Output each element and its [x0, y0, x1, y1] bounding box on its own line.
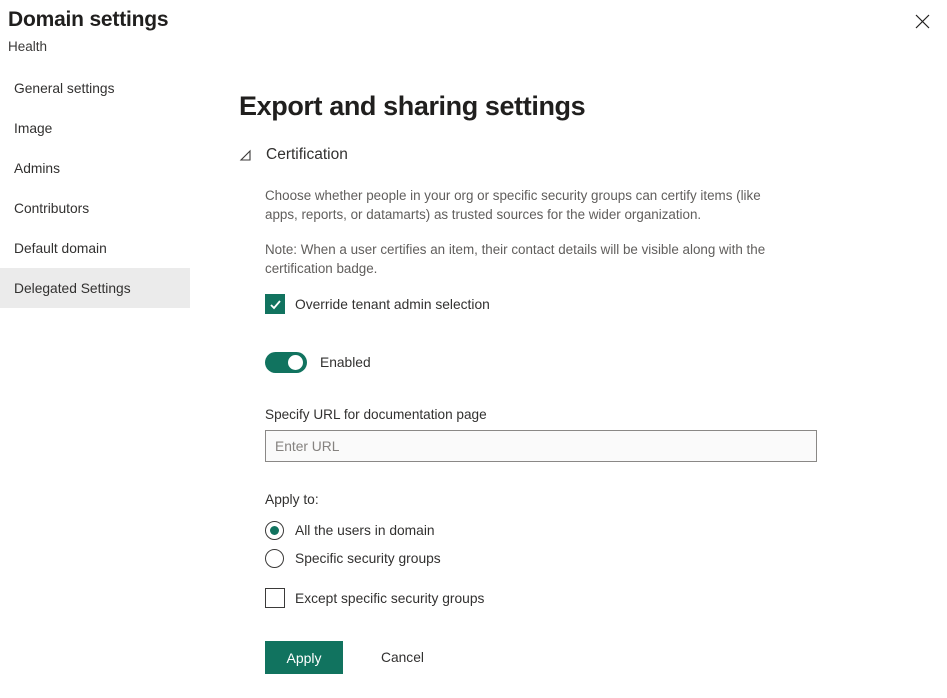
page-subtitle: Health [8, 38, 947, 56]
sidebar-item-label: Admins [14, 161, 60, 176]
sidebar-item-default-domain[interactable]: Default domain [0, 228, 190, 268]
except-specific-groups-label: Except specific security groups [295, 591, 484, 606]
certification-section-header[interactable]: Certification [239, 146, 839, 164]
settings-sidebar: General settings Image Admins Contributo… [0, 68, 190, 308]
sidebar-item-admins[interactable]: Admins [0, 148, 190, 188]
except-specific-security-groups-checkbox[interactable]: Except specific security groups [265, 588, 839, 608]
settings-content: Export and sharing settings Certificatio… [239, 88, 839, 674]
radio-selected-icon [265, 521, 284, 540]
documentation-url-field: Specify URL for documentation page [265, 407, 839, 462]
action-buttons: Apply Cancel [265, 641, 839, 674]
sidebar-item-label: Contributors [14, 201, 89, 216]
radio-all-users-in-domain[interactable]: All the users in domain [265, 516, 839, 544]
radio-specific-security-groups[interactable]: Specific security groups [265, 544, 839, 572]
toggle-knob [288, 355, 303, 370]
override-tenant-admin-label: Override tenant admin selection [295, 297, 490, 312]
content-title: Export and sharing settings [239, 88, 839, 124]
enabled-toggle-label: Enabled [320, 355, 371, 370]
sidebar-item-contributors[interactable]: Contributors [0, 188, 190, 228]
panel-header: Domain settings Health [0, 0, 947, 56]
documentation-url-input[interactable] [265, 430, 817, 462]
checkbox-checked-icon [265, 294, 285, 314]
sidebar-item-label: General settings [14, 81, 114, 96]
sidebar-item-image[interactable]: Image [0, 108, 190, 148]
page-title: Domain settings [8, 6, 947, 34]
radio-unselected-icon [265, 549, 284, 568]
apply-to-label: Apply to: [265, 492, 839, 507]
sidebar-item-delegated-settings[interactable]: Delegated Settings [0, 268, 190, 308]
override-tenant-admin-checkbox[interactable]: Override tenant admin selection [265, 294, 839, 314]
sidebar-item-label: Default domain [14, 241, 107, 256]
certification-note: Note: When a user certifies an item, the… [265, 240, 795, 278]
enabled-toggle[interactable]: Enabled [265, 352, 839, 373]
close-icon [915, 14, 930, 29]
cancel-button[interactable]: Cancel [381, 650, 424, 665]
triangle-expanded-icon [239, 149, 261, 162]
radio-all-users-label: All the users in domain [295, 523, 435, 538]
certification-section-label: Certification [266, 146, 348, 164]
domain-settings-panel: Domain settings Health General settings … [0, 0, 947, 698]
apply-button[interactable]: Apply [265, 641, 343, 674]
sidebar-item-label: Image [14, 121, 52, 136]
documentation-url-label: Specify URL for documentation page [265, 407, 839, 422]
certification-description: Choose whether people in your org or spe… [265, 186, 795, 224]
sidebar-item-label: Delegated Settings [14, 281, 131, 296]
toggle-switch-on [265, 352, 307, 373]
sidebar-item-general-settings[interactable]: General settings [0, 68, 190, 108]
radio-specific-groups-label: Specific security groups [295, 551, 441, 566]
checkbox-unchecked-icon [265, 588, 285, 608]
radio-dot [270, 526, 279, 535]
certification-section-body: Choose whether people in your org or spe… [265, 186, 839, 674]
apply-to-group: Apply to: All the users in domain Specif… [265, 492, 839, 608]
close-button[interactable] [905, 4, 939, 38]
